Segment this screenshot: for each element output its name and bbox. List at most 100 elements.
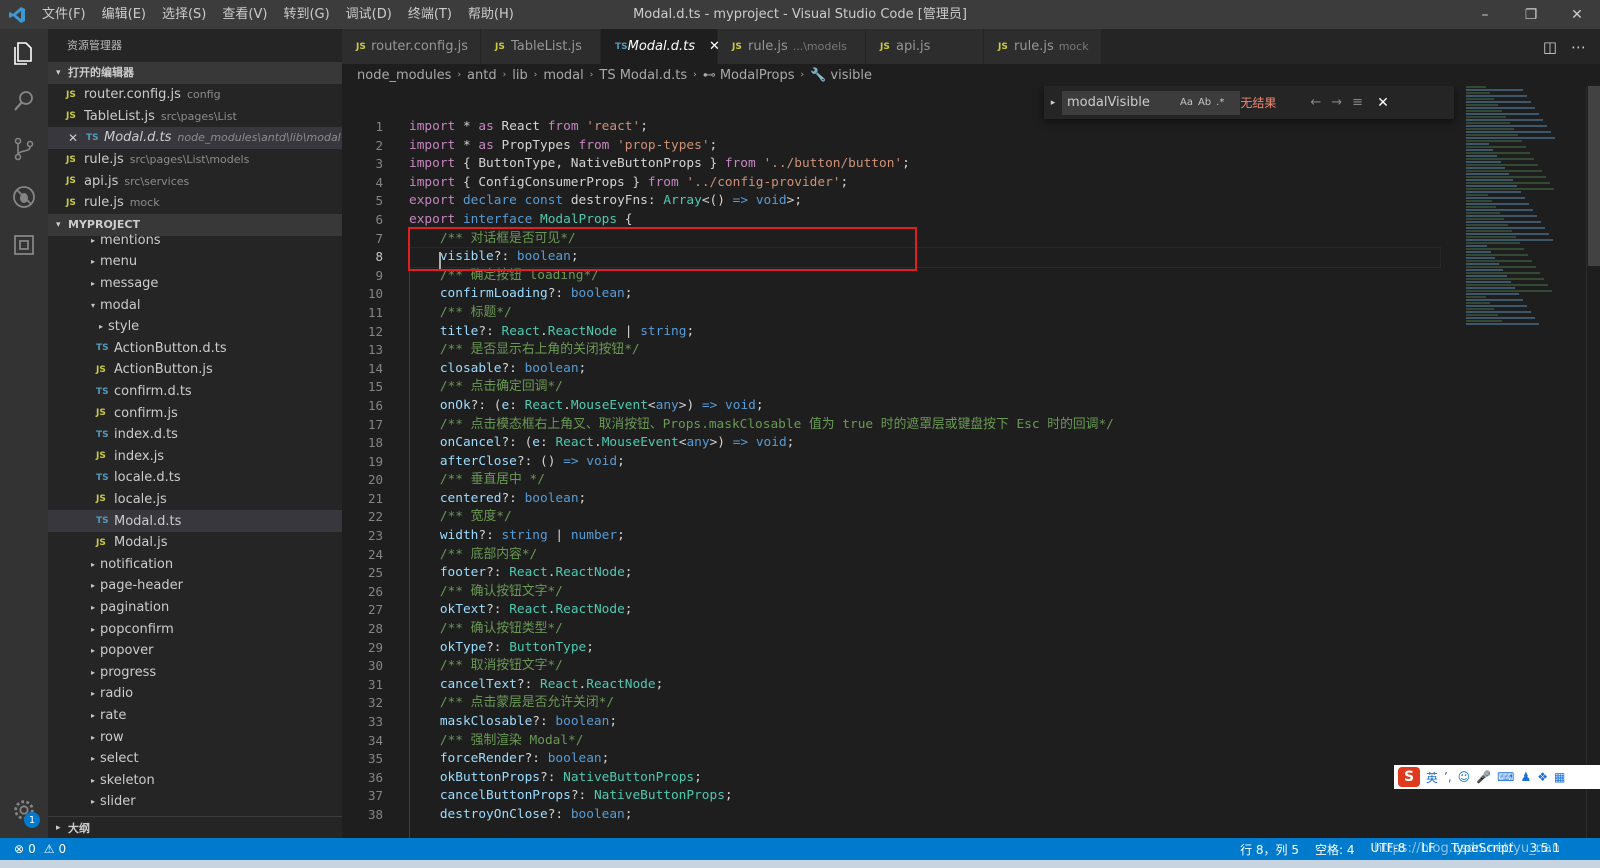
code-line[interactable]: import { ButtonType, NativeButtonProps }…: [409, 155, 1440, 174]
menu-item[interactable]: 选择(S): [154, 0, 214, 29]
cursor-position[interactable]: 行 8，列 5: [1240, 841, 1299, 858]
code-line[interactable]: /** 点击确定回调*/: [409, 378, 1440, 397]
skin-icon[interactable]: ❖: [1537, 770, 1548, 784]
tab-modal-d-ts[interactable]: TS Modal.d.ts ✕: [601, 29, 720, 64]
menu-item[interactable]: 终端(T): [400, 0, 460, 29]
breadcrumb-item[interactable]: 🔧 visible: [810, 68, 872, 83]
toggle-replace-icon[interactable]: ▸: [1044, 98, 1062, 108]
split-editor-icon[interactable]: ◫: [1543, 38, 1557, 56]
find-close-icon[interactable]: ✕: [1377, 95, 1389, 111]
menu-item[interactable]: 转到(G): [275, 0, 337, 29]
tree-item[interactable]: JS index.js: [48, 446, 342, 468]
tree-item[interactable]: TS locale.d.ts: [48, 467, 342, 489]
code-line[interactable]: import * as PropTypes from 'prop-types';: [409, 137, 1440, 156]
emoji-icon[interactable]: ☺: [1458, 770, 1471, 784]
tree-item[interactable]: ▸ row: [48, 726, 342, 748]
tree-item[interactable]: TS Modal.d.ts: [48, 510, 342, 532]
code-line[interactable]: /** 垂直居中 */: [409, 471, 1440, 490]
tree-item[interactable]: JS Modal.js: [48, 532, 342, 554]
tree-item[interactable]: ▸ slider: [48, 791, 342, 813]
code-line[interactable]: /** 是否显示右上角的关闭按钮*/: [409, 341, 1440, 360]
user-icon[interactable]: ♟: [1520, 770, 1531, 784]
match-case-icon[interactable]: Aa: [1180, 97, 1193, 108]
menu-item[interactable]: 文件(F): [34, 0, 94, 29]
code-line[interactable]: title?: React.ReactNode | string;: [409, 323, 1440, 342]
tree-item[interactable]: JS confirm.js: [48, 402, 342, 424]
code-line[interactable]: /** 点击模态框右上角叉、取消按钮、Props.maskClosable 值为…: [409, 416, 1440, 435]
code-line[interactable]: cancelText?: React.ReactNode;: [409, 676, 1440, 695]
breadcrumb-item[interactable]: TS Modal.d.ts: [599, 68, 687, 83]
open-editor-item[interactable]: JS rule.js src\pages\List\models: [48, 149, 342, 171]
code-line[interactable]: /** 底部内容*/: [409, 546, 1440, 565]
code-line[interactable]: okType?: ButtonType;: [409, 639, 1440, 658]
explorer-icon[interactable]: [0, 29, 48, 77]
tree-item[interactable]: JS locale.js: [48, 489, 342, 511]
close-editor-icon[interactable]: ✕: [68, 131, 86, 145]
find-in-selection-icon[interactable]: ≡: [1352, 95, 1363, 110]
tree-item[interactable]: ▸ rate: [48, 705, 342, 727]
vertical-scrollbar[interactable]: [1586, 86, 1600, 838]
code-line[interactable]: /** 强制渲染 Modal*/: [409, 732, 1440, 751]
open-editor-item[interactable]: JS router.config.js config: [48, 84, 342, 106]
ime-logo[interactable]: S: [1398, 767, 1420, 787]
source-control-icon[interactable]: [0, 125, 48, 173]
open-editor-item[interactable]: JS api.js src\services: [48, 170, 342, 192]
code-line[interactable]: import * as React from 'react';: [409, 118, 1440, 137]
tree-item[interactable]: TS ActionButton.d.ts: [48, 338, 342, 360]
tree-item[interactable]: ▸ skeleton: [48, 769, 342, 791]
tab-rule-js[interactable]: JS rule.js ...\models: [718, 29, 866, 64]
close-icon[interactable]: ✕: [1554, 0, 1600, 29]
previous-match-icon[interactable]: ←: [1310, 95, 1321, 110]
tab-api-js[interactable]: JS api.js: [866, 29, 984, 64]
code-line[interactable]: closable?: boolean;: [409, 360, 1440, 379]
punctuation-icon[interactable]: ’,: [1444, 770, 1452, 784]
code-line[interactable]: onOk?: (e: React.MouseEvent<any>) => voi…: [409, 397, 1440, 416]
menu-item[interactable]: 编辑(E): [94, 0, 154, 29]
code-area[interactable]: import * as React from 'react'; import * …: [408, 118, 1441, 825]
code-line[interactable]: centered?: boolean;: [409, 490, 1440, 509]
extensions-icon[interactable]: [0, 221, 48, 269]
outline-header[interactable]: ▸ 大纲: [48, 816, 342, 838]
tree-item[interactable]: ▸ notification: [48, 553, 342, 575]
keyboard-icon[interactable]: ⌨: [1497, 770, 1514, 784]
whole-word-icon[interactable]: Ab: [1198, 97, 1211, 108]
restore-icon[interactable]: ❐: [1508, 0, 1554, 29]
minimize-icon[interactable]: –: [1462, 0, 1508, 29]
code-line[interactable]: /** 确认按钮文字*/: [409, 583, 1440, 602]
code-line[interactable]: maskClosable?: boolean;: [409, 713, 1440, 732]
grid-icon[interactable]: ▦: [1554, 770, 1565, 784]
minimap[interactable]: [1466, 86, 1586, 346]
breadcrumb-item[interactable]: node_modules: [357, 68, 451, 83]
open-editor-item[interactable]: JS TableList.js src\pages\List: [48, 106, 342, 128]
search-icon[interactable]: [0, 77, 48, 125]
code-line[interactable]: afterClose?: () => void;: [409, 453, 1440, 472]
code-line[interactable]: export declare const destroyFns: Array<(…: [409, 192, 1440, 211]
microphone-icon[interactable]: 🎤: [1476, 770, 1491, 784]
code-line[interactable]: width?: string | number;: [409, 527, 1440, 546]
tree-item[interactable]: TS index.d.ts: [48, 424, 342, 446]
next-match-icon[interactable]: →: [1331, 95, 1342, 110]
code-line[interactable]: footer?: React.ReactNode;: [409, 564, 1440, 583]
tree-item[interactable]: ▸ mentions: [48, 230, 342, 252]
tree-item[interactable]: ▸ popover: [48, 640, 342, 662]
menu-item[interactable]: 查看(V): [214, 0, 275, 29]
tree-item[interactable]: ▾ modal: [48, 294, 342, 316]
code-line[interactable]: okButtonProps?: NativeButtonProps;: [409, 769, 1440, 788]
breadcrumb-item[interactable]: ⊷ ModalProps: [703, 68, 795, 83]
open-editor-item[interactable]: ✕ TS Modal.d.ts node_modules\antd\lib\modal: [48, 127, 342, 149]
code-line[interactable]: /** 点击蒙层是否允许关闭*/: [409, 694, 1440, 713]
problems-indicator[interactable]: ⊗ 0 ⚠ 0: [0, 842, 66, 856]
more-actions-icon[interactable]: ⋯: [1571, 38, 1586, 56]
code-editor[interactable]: 1 2 3 4 5 6 7 8 9 10 11 12 13 14 15 16 17 18 19 20 21 22 23 24 2…: [342, 86, 1600, 838]
tree-item[interactable]: JS ActionButton.js: [48, 359, 342, 381]
code-line[interactable]: /** 宽度*/: [409, 508, 1440, 527]
code-line[interactable]: destroyOnClose?: boolean;: [409, 806, 1440, 825]
code-line[interactable]: /** 确认按钮类型*/: [409, 620, 1440, 639]
tab-tablelist-js[interactable]: JS TableList.js: [481, 29, 601, 64]
debug-icon[interactable]: [0, 173, 48, 221]
tree-item[interactable]: ▸ select: [48, 748, 342, 770]
tree-item[interactable]: ▸ menu: [48, 251, 342, 273]
code-line[interactable]: forceRender?: boolean;: [409, 750, 1440, 769]
tab-router-config-js[interactable]: JS router.config.js: [342, 29, 481, 64]
code-line[interactable]: /** 取消按钮文字*/: [409, 657, 1440, 676]
